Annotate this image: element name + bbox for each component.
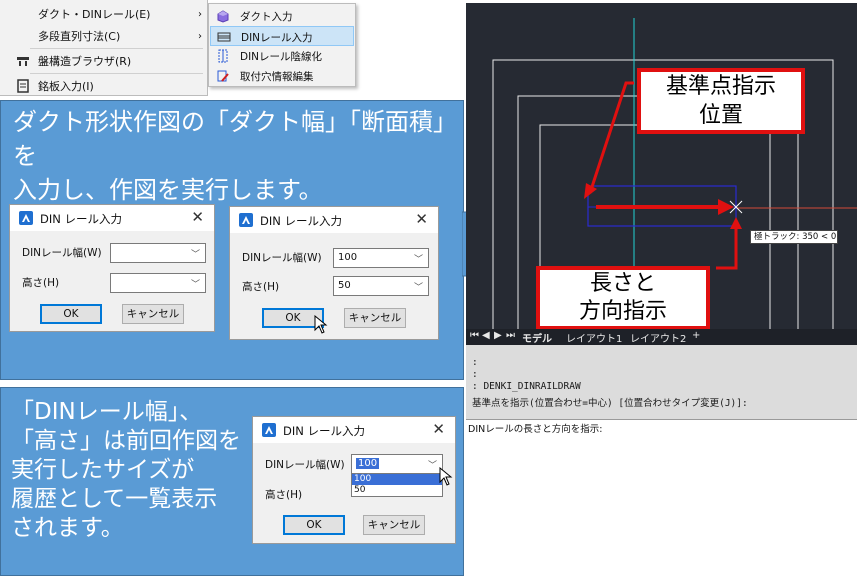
chevron-right-icon: › [198, 8, 202, 20]
width-label: DINレール幅(W) [242, 252, 322, 264]
tab-layout1[interactable]: レイアウト1 [566, 330, 622, 345]
dialog-titlebar: DIN レール入力 ✕ [10, 205, 214, 231]
menu-item-label: 銘板入力(I) [38, 80, 94, 93]
width-combo[interactable]: ﹀ [110, 243, 206, 263]
height-label: 高さ(H) [265, 489, 303, 501]
menu-item-nameplate[interactable]: 銘板入力(I) [0, 75, 208, 97]
callout-length-direction: 長さと 方向指示 [536, 266, 710, 330]
close-icon[interactable]: ✕ [415, 210, 428, 228]
nav-prev-icon[interactable]: ◀ [482, 330, 490, 341]
submenu-item-label: ダクト入力 [240, 11, 293, 23]
din-rail-icon [217, 32, 231, 42]
ok-button[interactable]: OK [283, 515, 345, 535]
tab-add[interactable]: + [692, 330, 700, 341]
polar-track-tooltip: 極トラック: 350 < 0 [750, 230, 838, 244]
dialog-titlebar: DIN レール入力 ✕ [230, 207, 438, 233]
app-logo-icon [19, 211, 33, 225]
din-input-dialog-empty: DIN レール入力 ✕ DINレール幅(W) ﹀ 高さ(H) ﹀ OK キャンセ… [9, 204, 215, 332]
layout-tabbar: ⏮ ◀ ▶ ⏭ モデル レイアウト1 レイアウト2 + [466, 329, 857, 345]
command-line: : [472, 369, 478, 380]
history-option[interactable]: 100 [352, 474, 442, 485]
menu-item-label: ダクト・DINレール(E) [38, 8, 151, 21]
nav-first-icon[interactable]: ⏮ [470, 330, 479, 341]
chevron-down-icon: ﹀ [190, 250, 200, 260]
submenu-item-din-input[interactable]: DINレール入力 [210, 26, 354, 46]
width-combo[interactable]: 100 ﹀ [351, 454, 443, 474]
height-combo[interactable]: 50 ﹀ [333, 276, 429, 296]
din-input-dialog-filled: DIN レール入力 ✕ DINレール幅(W) 100 ﹀ 高さ(H) 50 ﹀ … [229, 206, 439, 340]
nav-last-icon[interactable]: ⏭ [506, 330, 515, 341]
nav-next-icon[interactable]: ▶ [494, 330, 502, 341]
ok-button[interactable]: OK [40, 304, 102, 324]
dialog-title: DIN レール入力 [40, 212, 123, 226]
height-label: 高さ(H) [22, 277, 60, 289]
mount-hole-edit-icon [217, 70, 229, 82]
history-option[interactable]: 50 [352, 485, 442, 496]
submenu-item-label: DINレール入力 [241, 32, 313, 44]
submenu: ダクト入力 DINレール入力 DINレール陰線化 取付穴情報編集 [208, 3, 356, 87]
width-value: 100 [338, 252, 358, 263]
dialog-title: DIN レール入力 [283, 424, 366, 438]
context-menu: ダクト・DINレール(E) › 多段直列寸法(C) › 盤構造ブラウザ(R) 銘… [0, 0, 208, 96]
duct-cube-icon [217, 10, 229, 23]
chevron-down-icon: ﹀ [413, 255, 423, 265]
submenu-item-label: 取付穴情報編集 [240, 71, 314, 83]
command-line: 基準点を指示(位置合わせ=中心) [位置合わせタイプ変更(J)]: [472, 398, 748, 409]
tab-model[interactable]: モデル [522, 330, 552, 345]
command-line: : [472, 357, 478, 368]
width-label: DINレール幅(W) [22, 247, 102, 259]
chevron-right-icon: › [198, 30, 202, 42]
menu-item-panel-browser[interactable]: 盤構造ブラウザ(R) [0, 50, 208, 72]
height-combo[interactable]: ﹀ [110, 273, 206, 293]
app-logo-icon [239, 213, 253, 227]
height-value: 50 [338, 280, 351, 291]
app-logo-icon [262, 423, 276, 437]
width-value: 100 [356, 458, 380, 469]
history-dropdown-list: 100 50 [351, 473, 443, 497]
tab-layout2[interactable]: レイアウト2 [630, 330, 686, 345]
command-history: : : : DENKI_DINRAILDRAW 基準点を指示(位置合わせ=中心)… [466, 345, 857, 419]
submenu-item-label: DINレール陰線化 [240, 51, 323, 63]
chevron-down-icon: ﹀ [413, 283, 423, 293]
panel-bottom-text: 「DINレール幅」、 「高さ」は前回作図を 実行したサイズが 履歴として一覧表示… [11, 399, 241, 541]
panel-top-text: ダクト形状作図の「ダクト幅」「断面積」を 入力し、作図を実行します。 [13, 108, 457, 204]
menu-separator [30, 73, 203, 74]
chevron-down-icon: ﹀ [427, 461, 437, 471]
din-hidden-line-icon [218, 49, 228, 63]
submenu-item-mount-hole[interactable]: 取付穴情報編集 [210, 66, 354, 86]
menu-item-label: 盤構造ブラウザ(R) [38, 55, 132, 68]
dialog-title: DIN レール入力 [260, 214, 343, 228]
dialog-titlebar: DIN レール入力 ✕ [253, 417, 455, 443]
cancel-button[interactable]: キャンセル [363, 515, 425, 535]
command-line: : DENKI_DINRAILDRAW [472, 381, 581, 392]
command-prompt: DINレールの長さと方向を指示: [468, 424, 603, 435]
chevron-down-icon: ﹀ [190, 280, 200, 290]
height-label: 高さ(H) [242, 281, 280, 293]
cancel-button[interactable]: キャンセル [122, 304, 184, 324]
width-label: DINレール幅(W) [265, 459, 345, 471]
submenu-item-din-hidden[interactable]: DINレール陰線化 [210, 46, 354, 66]
menu-item-multi-dimension[interactable]: 多段直列寸法(C) › [0, 25, 208, 47]
command-input[interactable]: DINレールの長さと方向を指示: [466, 419, 857, 435]
mouse-cursor-icon [439, 467, 453, 486]
close-icon[interactable]: ✕ [432, 420, 445, 438]
nameplate-icon [17, 79, 29, 93]
menu-item-label: 多段直列寸法(C) [38, 30, 121, 43]
cancel-button[interactable]: キャンセル [344, 308, 406, 328]
menu-item-duct-din[interactable]: ダクト・DINレール(E) › [0, 3, 208, 25]
submenu-item-duct-input[interactable]: ダクト入力 [210, 6, 354, 26]
panel-structure-icon [17, 57, 29, 66]
callout-base-point: 基準点指示 位置 [637, 68, 805, 134]
mouse-cursor-icon [314, 315, 328, 334]
close-icon[interactable]: ✕ [191, 208, 204, 226]
din-input-dialog-history: DIN レール入力 ✕ DINレール幅(W) 100 ﹀ 100 50 高さ(H… [252, 416, 456, 544]
width-combo[interactable]: 100 ﹀ [333, 248, 429, 268]
menu-separator [30, 48, 203, 49]
